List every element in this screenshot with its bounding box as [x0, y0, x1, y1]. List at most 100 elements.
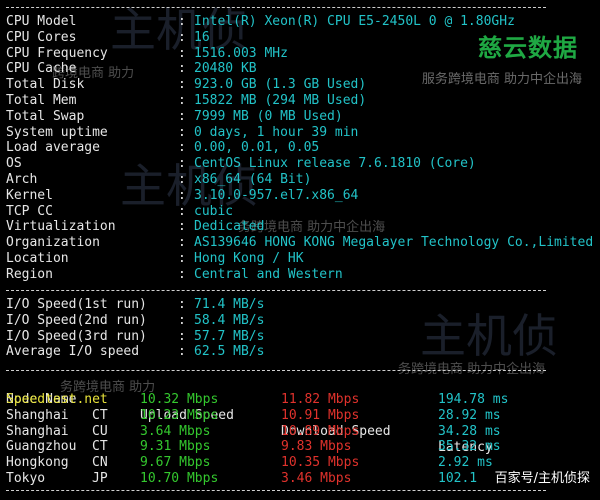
io-label: I/O Speed(2nd run): [6, 312, 147, 328]
info-value: 3.10.0-957.el7.x86_64: [194, 187, 359, 203]
upload-speed: 10.23 Mbps: [140, 407, 219, 423]
info-label: Location: [6, 251, 69, 266]
info-value: 0 days, 1 hour 39 min: [194, 124, 359, 140]
info-value: Central and Western: [194, 266, 343, 282]
info-colon: :: [178, 29, 186, 45]
credit-watermark: 百家号/主机侦探: [494, 471, 590, 486]
upload-speed: 3.64 Mbps: [140, 423, 211, 439]
separator-top: [6, 7, 546, 8]
node-code: JP: [92, 471, 108, 486]
upload-speed: 10.32 Mbps: [140, 392, 219, 407]
io-value: 58.4 MB/s: [194, 312, 265, 328]
io-label: I/O Speed(1st run): [6, 297, 147, 312]
info-colon: :: [178, 219, 186, 235]
info-value: Intel(R) Xeon(R) CPU E5-2450L 0 @ 1.80GH…: [194, 14, 515, 29]
info-colon: :: [178, 172, 186, 187]
info-colon: :: [178, 235, 186, 251]
info-colon: :: [178, 266, 186, 282]
io-colon: :: [178, 312, 186, 328]
info-colon: :: [178, 156, 186, 172]
separator-after-system: [6, 290, 546, 291]
info-value: 7999 MB (0 MB Used): [194, 108, 343, 124]
info-label: OS: [6, 156, 22, 172]
upload-speed: 10.70 Mbps: [140, 471, 219, 486]
info-label: CPU Cores: [6, 29, 77, 45]
io-label: Average I/O speed: [6, 344, 140, 360]
terminal-window: 主机侦 跨境电商 助力 主机侦 务跨境电商 助力中企出海 主机侦 务跨境电商 助…: [0, 0, 600, 500]
info-label: CPU Cache: [6, 61, 77, 77]
upload-speed: 9.31 Mbps: [140, 439, 211, 455]
separator-after-io: [6, 370, 546, 371]
info-value: Hong Kong / HK: [194, 251, 304, 266]
info-value: Dedicated: [194, 219, 265, 235]
info-colon: :: [178, 93, 186, 108]
info-colon: :: [178, 187, 186, 203]
info-colon: :: [178, 14, 186, 29]
latency: 194.78 ms: [438, 392, 509, 407]
info-value: 20480 KB: [194, 61, 257, 77]
download-speed: 3.46 Mbps: [281, 471, 352, 486]
info-value: 0.00, 0.01, 0.05: [194, 140, 320, 156]
info-label: CPU Model: [6, 14, 77, 29]
node-name: Tokyo: [6, 471, 46, 486]
info-value: cubic: [194, 203, 234, 219]
node-name: Shanghai: [6, 407, 69, 423]
info-label: System uptime: [6, 124, 108, 140]
node-code: CU: [92, 423, 108, 439]
info-value: 1516.003 MHz: [194, 45, 288, 61]
info-value: 923.0 GB (1.3 GB Used): [194, 77, 367, 93]
download-speed: 9.83 Mbps: [281, 439, 352, 455]
info-colon: :: [178, 124, 186, 140]
info-label: Arch: [6, 172, 38, 187]
info-label: Total Mem: [6, 93, 77, 108]
info-colon: :: [178, 108, 186, 124]
node-name: Speedtest.net: [6, 392, 108, 407]
info-label: Total Disk: [6, 77, 85, 93]
io-value: 71.4 MB/s: [194, 297, 265, 312]
info-colon: :: [178, 45, 186, 61]
node-name: Hongkong: [6, 455, 69, 471]
node-code: CT: [92, 439, 108, 455]
speedtest-header: Node Name Upload Speed Download Speed La…: [6, 376, 493, 455]
info-label: Load average: [6, 140, 100, 156]
info-label: Region: [6, 266, 53, 282]
download-speed: 11.82 Mbps: [281, 392, 360, 407]
info-label: Virtualization: [6, 219, 116, 235]
brand-logo-text: 慈云数据: [478, 34, 578, 62]
io-value: 62.5 MB/s: [194, 344, 265, 360]
io-colon: :: [178, 344, 186, 360]
download-speed: 10.91 Mbps: [281, 407, 360, 423]
latency: 102.1: [438, 471, 478, 486]
info-value: AS139646 HONG KONG Megalayer Technology …: [194, 235, 594, 251]
info-colon: :: [178, 203, 186, 219]
info-value: 16: [194, 29, 210, 45]
info-value: 15822 MB (294 MB Used): [194, 93, 367, 108]
io-label: I/O Speed(3rd run): [6, 328, 147, 344]
upload-speed: 9.67 Mbps: [140, 455, 211, 471]
info-label: Kernel: [6, 187, 53, 203]
watermark-tagline-low2: 务跨境电商 助力中企出海: [398, 362, 546, 377]
io-colon: :: [178, 297, 186, 312]
separator-bottom: [6, 490, 546, 491]
watermark-big-mark-low: 主机侦: [420, 309, 558, 363]
info-value: CentOS Linux release 7.6.1810 (Core): [194, 156, 476, 172]
download-speed: 10.89 Mbps: [281, 423, 360, 439]
info-label: Organization: [6, 235, 100, 251]
info-colon: :: [178, 140, 186, 156]
info-colon: :: [178, 77, 186, 93]
node-name: Shanghai: [6, 423, 69, 439]
node-code: CT: [92, 407, 108, 423]
info-label: CPU Frequency: [6, 45, 108, 61]
io-value: 57.7 MB/s: [194, 328, 265, 344]
brand-tagline: 服务跨境电商 助力中企出海: [421, 72, 582, 87]
node-name: Guangzhou: [6, 439, 77, 455]
latency: 35.32 ms: [438, 439, 501, 455]
latency: 34.28 ms: [438, 423, 501, 439]
download-speed: 10.35 Mbps: [281, 455, 360, 471]
info-value: x86_64 (64 Bit): [194, 172, 312, 187]
info-colon: :: [178, 251, 186, 266]
latency: 28.92 ms: [438, 407, 501, 423]
node-code: CN: [92, 455, 108, 471]
io-colon: :: [178, 328, 186, 344]
info-colon: :: [178, 61, 186, 77]
